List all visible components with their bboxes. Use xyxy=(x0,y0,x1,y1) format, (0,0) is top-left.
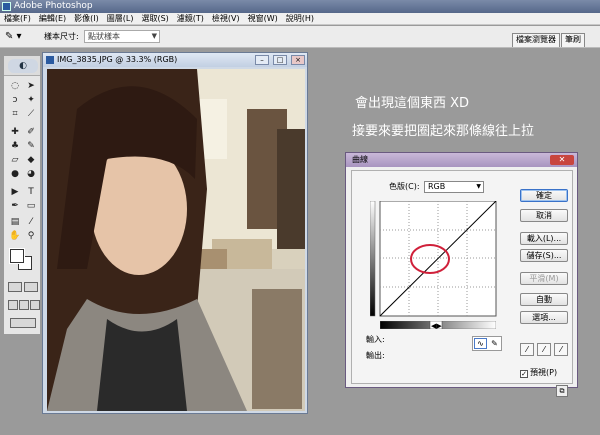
output-label: 輸出: xyxy=(366,351,385,360)
chevron-down-icon: ▼ xyxy=(476,183,481,190)
bucket-icon[interactable]: ◆ xyxy=(24,154,38,167)
svg-text:◀▶: ◀▶ xyxy=(431,322,442,329)
menu-image[interactable]: 影像(I) xyxy=(70,13,103,24)
eyedropper-icon[interactable]: ⁄ xyxy=(24,216,38,229)
quick-mask-button[interactable] xyxy=(24,282,38,292)
menu-edit[interactable]: 編輯(E) xyxy=(35,13,70,24)
app-title: Adobe Photoshop xyxy=(14,1,93,11)
options-button[interactable]: 選項... xyxy=(520,311,568,324)
document-canvas[interactable] xyxy=(47,69,305,411)
screen-mode-1-button[interactable] xyxy=(8,300,18,310)
input-label: 輸入: xyxy=(366,335,385,344)
jump-to-imageready-button[interactable] xyxy=(10,318,36,328)
curve-point-icon[interactable]: ∿ xyxy=(474,338,487,349)
channel-select[interactable]: RGB ▼ xyxy=(424,181,484,193)
menu-select[interactable]: 選取(S) xyxy=(137,13,172,24)
menu-filter[interactable]: 濾鏡(T) xyxy=(173,13,208,24)
eyedropper-preset-icon[interactable]: ✎ ▾ xyxy=(5,31,29,43)
menu-layer[interactable]: 圖層(L) xyxy=(103,13,138,24)
foreground-color-swatch[interactable] xyxy=(10,249,24,263)
photoshop-logo-icon xyxy=(2,2,11,11)
curves-graph[interactable] xyxy=(370,201,502,329)
lasso-icon[interactable]: ↄ xyxy=(8,94,22,107)
black-eyedropper-icon[interactable]: ⁄ xyxy=(520,343,534,356)
gray-eyedropper-icon[interactable]: ⁄ xyxy=(537,343,551,356)
menu-view[interactable]: 檢視(V) xyxy=(208,13,244,24)
minimize-button[interactable]: – xyxy=(255,55,269,65)
marquee-icon[interactable]: ◌ xyxy=(8,80,22,93)
path-select-icon[interactable]: ▶ xyxy=(8,186,22,199)
annotation-line-1: 會出現這個東西 XD xyxy=(355,96,470,111)
tab-file-browser[interactable]: 檔案瀏覽器 xyxy=(512,33,560,47)
options-bar: ✎ ▾ 樣本尺寸: 點狀樣本 ▼ xyxy=(0,26,600,48)
sample-size-select[interactable]: 點狀樣本 ▼ xyxy=(84,30,160,43)
history-brush-icon[interactable]: ✎ xyxy=(24,140,38,153)
menu-help[interactable]: 說明(H) xyxy=(282,13,318,24)
auto-button[interactable]: 自動 xyxy=(520,293,568,306)
save-button[interactable]: 儲存(S)... xyxy=(520,249,568,262)
document-icon xyxy=(46,56,54,64)
document-title-bar[interactable]: IMG_3835.JPG @ 33.3% (RGB) – □ × xyxy=(43,53,307,67)
close-button[interactable]: × xyxy=(291,55,305,65)
chevron-down-icon: ▼ xyxy=(151,32,157,40)
blur-icon[interactable]: ● xyxy=(8,168,22,181)
menu-file[interactable]: 檔案(F) xyxy=(0,13,35,24)
cancel-button[interactable]: 取消 xyxy=(520,209,568,222)
standard-mode-button[interactable] xyxy=(8,282,22,292)
ok-button[interactable]: 確定 xyxy=(520,189,568,202)
channel-label: 色版(C): xyxy=(389,182,420,191)
expand-dialog-icon[interactable]: ⧉ xyxy=(556,385,568,397)
pencil-icon[interactable]: ✎ xyxy=(488,338,501,349)
menu-window[interactable]: 視窗(W) xyxy=(244,13,282,24)
slice-icon[interactable]: ⟋ xyxy=(24,108,38,121)
type-icon[interactable]: T xyxy=(24,186,38,199)
white-eyedropper-icon[interactable]: ⁄ xyxy=(554,343,568,356)
document-window: IMG_3835.JPG @ 33.3% (RGB) – □ × xyxy=(42,52,308,414)
horizontal-gradient-bar: ◀▶ xyxy=(380,321,496,329)
preview-checkbox[interactable]: ✓ 預視(P) xyxy=(520,368,557,378)
curves-dialog-body: 色版(C): RGB ▼ ◀▶ 輸入: 輸出: ∿ ✎ 確定 取消 載入(L).… xyxy=(351,170,573,397)
maximize-button[interactable]: □ xyxy=(273,55,287,65)
brush-icon[interactable]: ✐ xyxy=(24,126,38,139)
eraser-icon[interactable]: ▱ xyxy=(8,154,22,167)
notes-icon[interactable]: ▤ xyxy=(8,216,22,229)
palette-well: 檔案瀏覽器 筆刷 xyxy=(512,33,586,47)
toolbox-logo-icon[interactable]: ◐ xyxy=(8,59,38,73)
pen-icon[interactable]: ✒ xyxy=(8,200,22,213)
crop-icon[interactable]: ⌗ xyxy=(8,108,22,121)
close-icon[interactable]: ✕ xyxy=(550,155,574,165)
checkmark-icon[interactable]: ✓ xyxy=(520,370,528,378)
load-button[interactable]: 載入(L)... xyxy=(520,232,568,245)
hand-icon[interactable]: ✋ xyxy=(8,230,22,243)
sample-size-label: 樣本尺寸: xyxy=(44,32,79,41)
magic-wand-icon[interactable]: ✦ xyxy=(24,94,38,107)
screen-mode-3-button[interactable] xyxy=(30,300,40,310)
curves-dialog-title-bar[interactable]: 曲線 ✕ xyxy=(346,153,577,167)
smooth-button[interactable]: 平滑(M) xyxy=(520,272,568,285)
app-title-bar: Adobe Photoshop xyxy=(0,0,600,13)
toolbox-header: ◐ xyxy=(4,56,40,76)
move-icon[interactable]: ➤ xyxy=(24,80,38,93)
toolbox: ◐ ◌ ➤ ↄ ✦ ⌗ ⟋ ✚ ✐ ♣ ✎ ▱ ◆ ● ◕ ▶ T ✒ ▭ ▤ … xyxy=(3,55,41,335)
dodge-icon[interactable]: ◕ xyxy=(24,168,38,181)
curve-mode-toggle: ∿ ✎ xyxy=(472,336,502,351)
shape-icon[interactable]: ▭ xyxy=(24,200,38,213)
tab-brushes[interactable]: 筆刷 xyxy=(561,33,585,47)
annotation-line-2: 接要來要把圈起來那條線往上拉 xyxy=(352,124,535,139)
photo-image xyxy=(47,69,305,411)
curves-dialog: 曲線 ✕ 色版(C): RGB ▼ ◀▶ 輸入: 輸出: ∿ ✎ 確定 取消 載… xyxy=(345,152,578,397)
menu-bar: 檔案(F) 編輯(E) 影像(I) 圖層(L) 選取(S) 濾鏡(T) 檢視(V… xyxy=(0,13,600,25)
document-title: IMG_3835.JPG @ 33.3% (RGB) xyxy=(57,55,178,64)
stamp-icon[interactable]: ♣ xyxy=(8,140,22,153)
curves-dialog-title: 曲線 xyxy=(352,155,368,164)
healing-icon[interactable]: ✚ xyxy=(8,126,22,139)
zoom-icon[interactable]: ⚲ xyxy=(24,230,38,243)
screen-mode-2-button[interactable] xyxy=(19,300,29,310)
